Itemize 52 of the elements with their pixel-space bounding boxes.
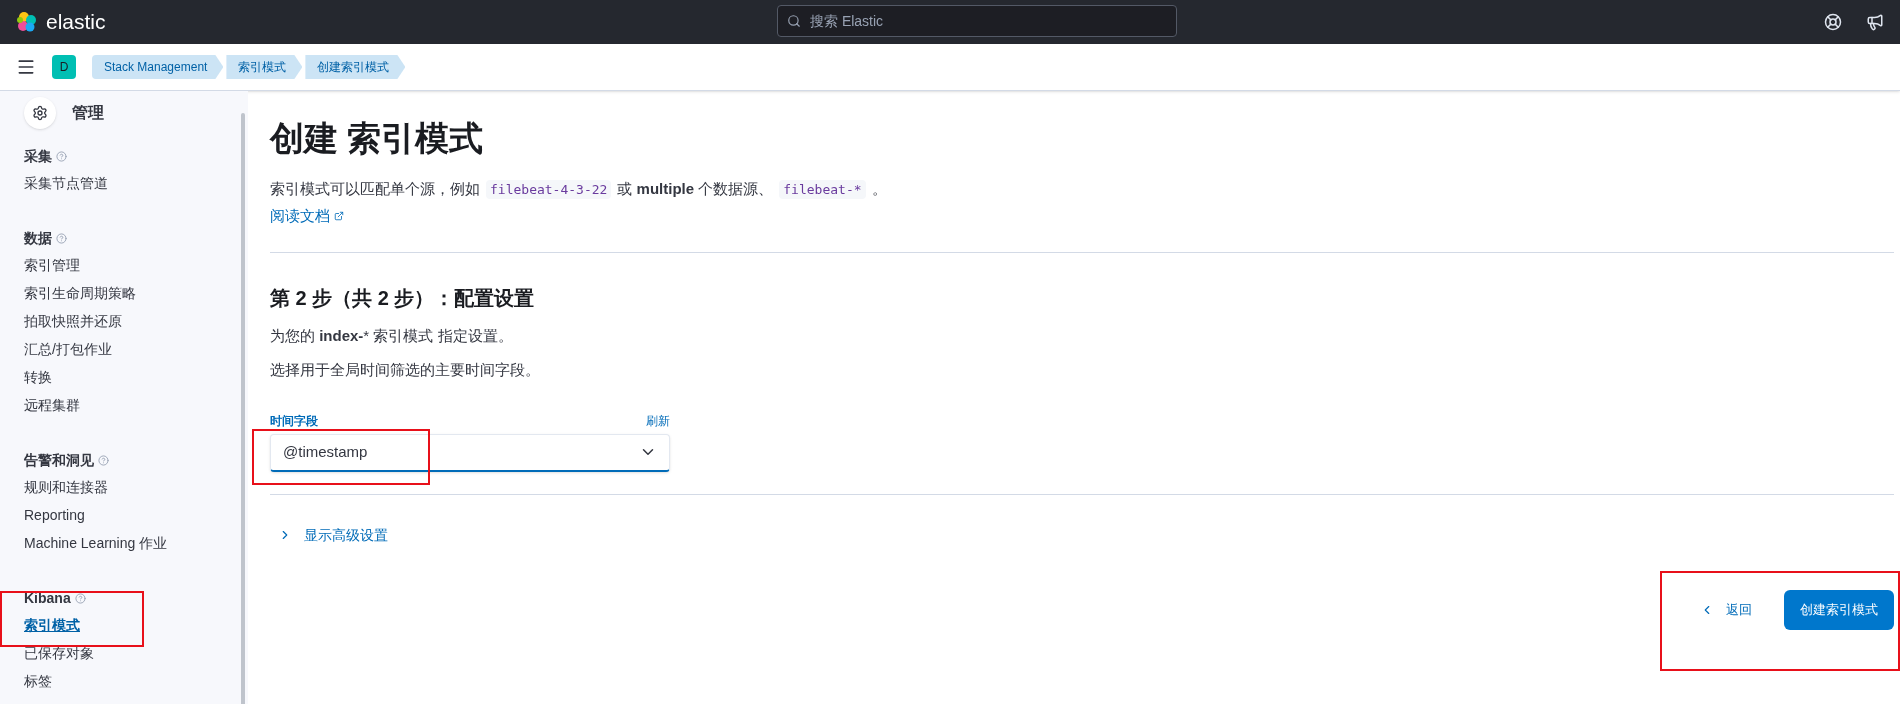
nav-link[interactable]: 索引生命周期策略 [24,282,136,304]
time-field-hint: 选择用于全局时间筛选的主要时间字段。 [270,360,541,380]
scrollbar[interactable] [241,113,245,704]
megaphone-icon[interactable] [1866,13,1884,31]
sidebar-title: 管理 [72,103,104,123]
external-link-icon [334,210,344,221]
description-text: 或 multiple 个数据源、 [617,179,774,199]
create-index-pattern-button[interactable]: 创建索引模式 [1784,589,1894,630]
help-icon [56,232,67,244]
section-heading: Kibana [24,588,71,608]
nav-link[interactable]: 汇总/打包作业 [24,338,112,360]
page-title: 创建 索引模式 [270,118,485,159]
help-icon [74,592,86,604]
step-description: 为您的 index-* 索引模式 指定设置。 [270,325,514,346]
help-icon[interactable] [1824,13,1842,31]
description-text: 。 [871,179,887,199]
logo-text: elastic [46,9,106,36]
field-label: 时间字段 [270,412,318,430]
step-title: 第 2 步（共 2 步）：配置设置 [270,285,536,311]
settings-icon [24,97,56,129]
time-field-select[interactable]: @timestamp [270,433,670,472]
nav-link[interactable]: 转换 [24,366,52,388]
code-snippet: filebeat-4-3-22 [486,179,612,199]
section-heading: 采集 [24,146,52,166]
nav-link[interactable]: 拍取快照并还原 [24,310,122,332]
search-field[interactable]: 搜索 Elastic [777,5,1177,37]
docs-link[interactable]: 阅读文档 [270,204,344,227]
space-avatar[interactable]: D [52,55,76,79]
nav-link[interactable]: 已保存对象 [24,642,94,664]
breadcrumb-link[interactable]: 创建索引模式 [305,55,406,79]
advanced-settings-toggle[interactable]: 显示高级设置 [278,524,388,546]
help-icon [98,454,109,466]
nav-link[interactable]: Reporting [24,504,85,526]
section-heading: 告警和洞见 [24,450,94,470]
nav-link[interactable]: 标签 [24,670,52,692]
nav-link[interactable]: 远程集群 [24,394,80,416]
search-icon [787,14,801,28]
breadcrumb-link[interactable]: 索引模式 [226,55,303,79]
nav-link[interactable]: 采集节点管道 [24,172,108,194]
nav-link[interactable]: 索引管理 [24,254,80,276]
nav-link[interactable]: 索引模式 [24,614,80,636]
breadcrumb-link[interactable]: Stack Management [92,55,224,79]
description-text: 索引模式可以匹配单个源，例如 [270,179,480,199]
nav-link[interactable]: Machine Learning 作业 [24,532,168,554]
menu-icon[interactable] [16,57,36,77]
help-icon [56,150,67,162]
refresh-link[interactable]: 刷新 [646,411,670,430]
back-button[interactable]: 返回 [1700,599,1752,620]
section-heading: 数据 [24,228,52,248]
nav-link[interactable]: 规则和连接器 [24,476,108,498]
code-snippet: filebeat-* [779,179,866,199]
logo-icon [16,11,38,33]
